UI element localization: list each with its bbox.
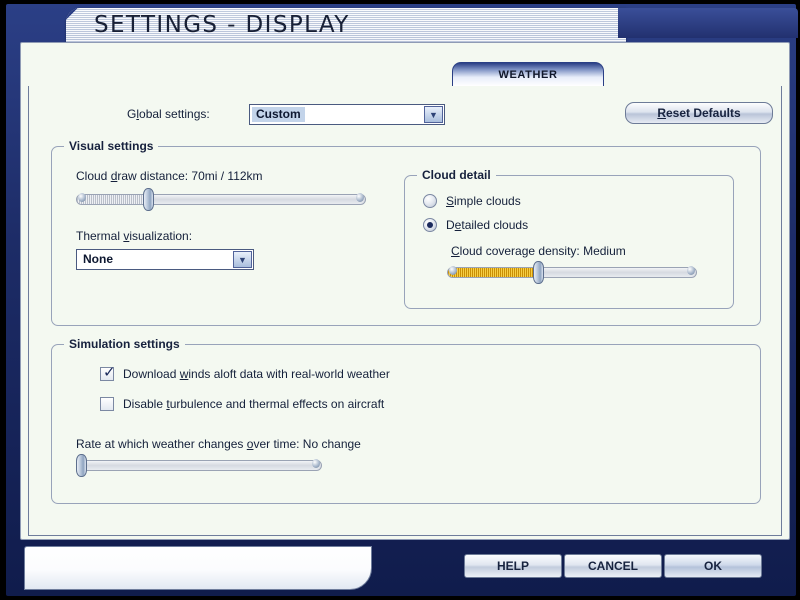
title-bar: SETTINGS - DISPLAY xyxy=(66,8,626,44)
chevron-down-icon[interactable]: ▼ xyxy=(233,251,252,268)
cancel-button[interactable]: CANCEL xyxy=(564,554,662,578)
tab-weather[interactable]: WEATHER xyxy=(452,62,604,86)
checkbox-icon[interactable] xyxy=(100,397,114,411)
slider-thumb[interactable] xyxy=(76,454,87,477)
window-chrome: SETTINGS - DISPLAY GRAPHICS AIRCRAFT SCE… xyxy=(6,4,796,596)
radio-detailed-clouds[interactable]: Detailed clouds xyxy=(423,218,528,232)
simulation-settings-group: Simulation settings ✓ Download winds alo… xyxy=(51,344,761,504)
radio-simple-clouds[interactable]: Simple clouds xyxy=(423,194,521,208)
weather-settings-panel: Global settings: Custom ▼ Reset Defaults… xyxy=(28,86,782,536)
check-mark-icon: ✓ xyxy=(103,365,116,380)
checkbox-label: Download winds aloft data with real-worl… xyxy=(123,367,390,381)
thermal-visualization-select[interactable]: None ▼ xyxy=(76,249,254,270)
checkbox-disable-turbulence[interactable]: Disable turbulence and thermal effects o… xyxy=(100,397,384,411)
slider-thumb[interactable] xyxy=(143,188,154,211)
footer-bar: HELP CANCEL OK xyxy=(12,540,800,600)
weather-change-rate-label: Rate at which weather changes over time:… xyxy=(76,437,361,451)
title-bar-cap xyxy=(618,8,798,38)
slider-track[interactable] xyxy=(76,460,322,471)
cloud-draw-distance-slider[interactable] xyxy=(76,191,366,207)
weather-change-rate-slider[interactable] xyxy=(76,457,322,473)
thermal-visualization-value: None xyxy=(79,252,117,267)
radio-icon[interactable] xyxy=(423,194,437,208)
cloud-coverage-density-label: Cloud coverage density: Medium xyxy=(451,244,626,258)
slider-fill xyxy=(77,195,150,204)
reset-defaults-label: Reset Defaults xyxy=(657,106,740,120)
tab-label: WEATHER xyxy=(499,69,558,81)
slider-left-cap xyxy=(78,193,86,202)
reset-defaults-button[interactable]: Reset Defaults xyxy=(625,102,773,124)
radio-label: Simple clouds xyxy=(446,194,521,208)
info-panel xyxy=(24,546,372,590)
global-settings-value: Custom xyxy=(252,107,305,122)
visual-settings-title: Visual settings xyxy=(64,139,158,153)
simulation-settings-title: Simulation settings xyxy=(64,337,185,351)
cloud-detail-title: Cloud detail xyxy=(417,168,496,182)
settings-window: SETTINGS - DISPLAY GRAPHICS AIRCRAFT SCE… xyxy=(0,0,800,600)
radio-label: Detailed clouds xyxy=(446,218,528,232)
radio-selected-dot xyxy=(427,222,433,228)
slider-track[interactable] xyxy=(76,194,366,205)
visual-settings-group: Visual settings Cloud draw distance: 70m… xyxy=(51,146,761,326)
global-settings-select[interactable]: Custom ▼ xyxy=(249,104,445,125)
slider-thumb[interactable] xyxy=(533,261,544,284)
global-settings-label: Global settings: xyxy=(127,107,210,121)
radio-icon[interactable] xyxy=(423,218,437,232)
cloud-draw-distance-label: Cloud draw distance: 70mi / 112km xyxy=(76,169,263,183)
checkbox-download-winds-aloft[interactable]: ✓ Download winds aloft data with real-wo… xyxy=(100,367,390,381)
thermal-visualization-label: Thermal visualization: xyxy=(76,229,192,243)
ok-button[interactable]: OK xyxy=(664,554,762,578)
chevron-down-icon[interactable]: ▼ xyxy=(424,106,443,123)
slider-left-cap xyxy=(449,266,457,275)
help-button[interactable]: HELP xyxy=(464,554,562,578)
slider-right-cap xyxy=(687,266,695,275)
slider-track[interactable] xyxy=(447,267,697,278)
cloud-detail-group: Cloud detail Simple clouds Detailed clou… xyxy=(404,175,734,309)
slider-right-cap xyxy=(356,193,364,202)
global-settings-row: Global settings: Custom ▼ Reset Defaults xyxy=(29,102,781,128)
cloud-coverage-density-slider[interactable] xyxy=(447,264,697,280)
checkbox-icon[interactable]: ✓ xyxy=(100,367,114,381)
slider-fill xyxy=(448,268,540,277)
page-title: SETTINGS - DISPLAY xyxy=(94,12,350,38)
slider-right-cap xyxy=(312,459,320,468)
checkbox-label: Disable turbulence and thermal effects o… xyxy=(123,397,384,411)
